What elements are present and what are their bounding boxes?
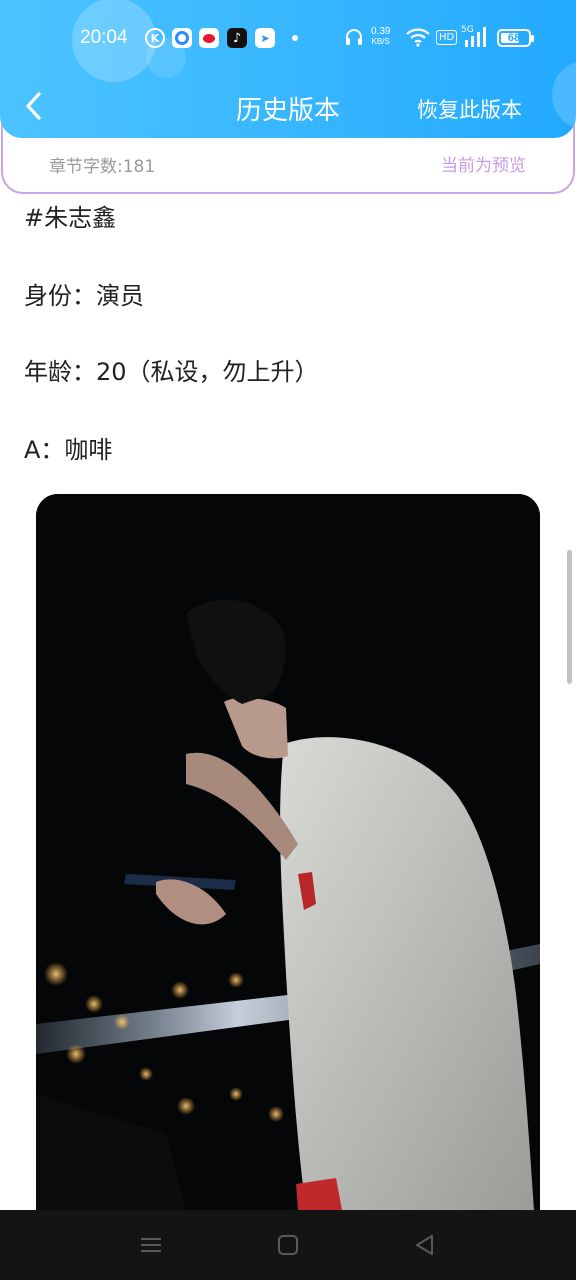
back-triangle-icon[interactable]	[412, 1232, 438, 1258]
content-line: 身份：演员	[24, 282, 144, 310]
weibo-icon	[199, 28, 219, 48]
preview-status: 当前为预览	[441, 156, 526, 176]
tiktok-icon	[227, 28, 247, 48]
content-line: A：咖啡	[24, 436, 113, 464]
network-speed: 0.39 KB/S	[371, 27, 390, 47]
system-nav-bar	[0, 1210, 576, 1280]
v-app-icon: ➤	[255, 28, 275, 48]
scrollbar[interactable]	[567, 550, 572, 684]
cellular-signal-icon: 5G	[461, 25, 489, 48]
more-notifications-dot	[292, 35, 298, 41]
content-line: 年龄：20（私设，勿上升）	[24, 358, 319, 386]
menu-icon[interactable]	[138, 1232, 164, 1258]
hd-badge: HD	[436, 30, 458, 45]
status-bar: 20:04 K ➤ 0.39 KB/S HD 5G	[0, 0, 576, 76]
nav-bar: 历史版本 恢复此版本	[0, 76, 576, 138]
battery-indicator: 68	[497, 29, 534, 47]
network-speed-unit: KB/S	[371, 37, 390, 46]
k-icon: K	[145, 28, 165, 48]
network-speed-value: 0.39	[371, 26, 391, 37]
blue-app-icon	[172, 28, 192, 48]
content-photo	[36, 494, 540, 1210]
night-portrait-image	[36, 494, 540, 1210]
home-icon[interactable]	[275, 1232, 301, 1258]
app-header: 20:04 K ➤ 0.39 KB/S HD 5G	[0, 0, 576, 138]
battery-level: 68	[507, 32, 521, 44]
restore-version-button[interactable]: 恢复此版本	[417, 94, 522, 124]
content-line: #朱志鑫	[24, 204, 117, 232]
wifi-icon	[406, 28, 430, 47]
status-time: 20:04	[80, 27, 128, 48]
headphones-icon	[346, 29, 362, 45]
chapter-word-count: 章节字数:181	[49, 157, 156, 177]
